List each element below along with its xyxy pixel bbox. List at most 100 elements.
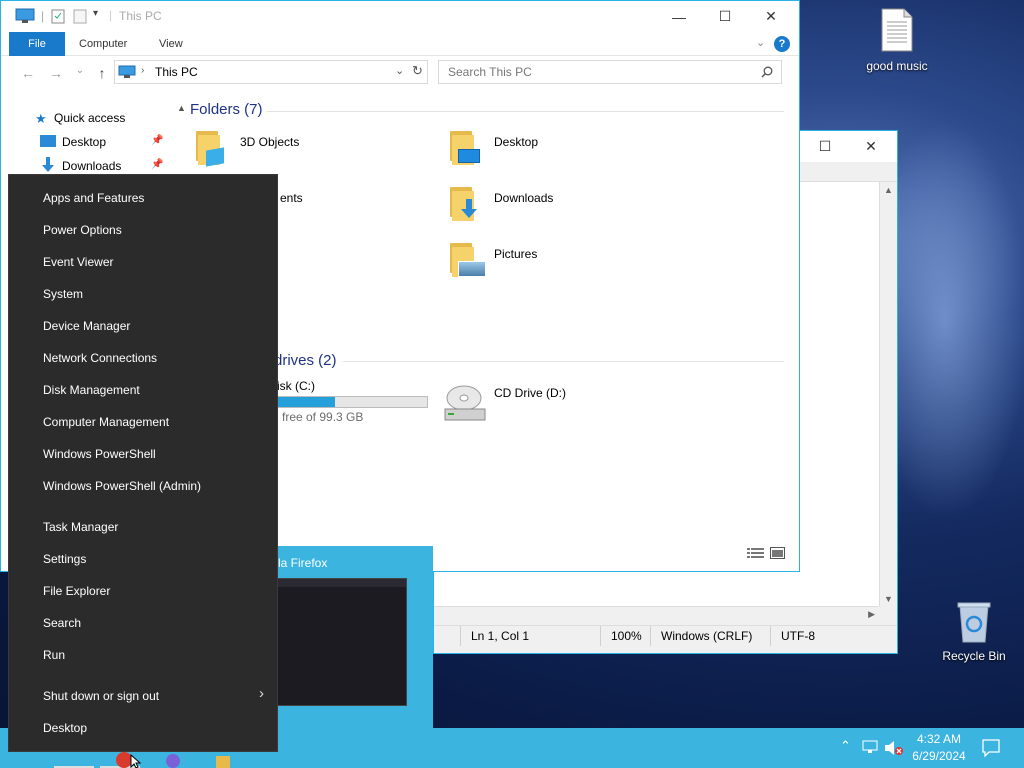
pin-icon[interactable]: 📌 <box>151 159 163 170</box>
search-box[interactable]: Search This PC <box>438 60 782 84</box>
this-pc-icon <box>15 8 35 23</box>
drive-d-label[interactable]: CD Drive (D:) <box>494 386 566 400</box>
breadcrumb[interactable]: This PC <box>155 65 198 79</box>
status-line-ending: Windows (CRLF) <box>650 626 770 646</box>
menu-item-desktop[interactable]: Desktop <box>43 718 87 738</box>
menu-item-run[interactable]: Run <box>43 645 65 665</box>
drive-c-usage-bar <box>277 396 428 408</box>
address-bar[interactable]: › This PC ⌄ ↻ <box>114 60 428 84</box>
desktop-icon-good-music[interactable]: good music <box>855 8 939 73</box>
status-position: Ln 1, Col 1 <box>460 626 600 646</box>
qat-divider: | <box>41 9 45 23</box>
back-button[interactable]: ← <box>19 65 37 81</box>
app-taskbar-icon[interactable] <box>166 754 180 768</box>
menu-item-shut-down-or-sign-out[interactable]: Shut down or sign out <box>43 686 159 706</box>
menu-item-disk-management[interactable]: Disk Management <box>43 380 140 400</box>
folders-section-header[interactable]: Folders (7) <box>190 101 263 118</box>
horizontal-scrollbar[interactable]: ▶ <box>434 606 879 624</box>
drive-c-label[interactable]: isk (C:) <box>277 379 315 393</box>
properties-icon[interactable] <box>51 9 65 24</box>
address-dropdown-icon[interactable]: ⌄ <box>395 64 404 77</box>
menu-item-apps-and-features[interactable]: Apps and Features <box>43 188 144 208</box>
new-folder-icon[interactable] <box>73 9 87 24</box>
notifications-icon[interactable] <box>982 739 1000 757</box>
maximize-button[interactable]: ☐ <box>802 131 848 162</box>
vertical-scrollbar[interactable]: ▲ ▼ <box>879 182 897 606</box>
folder-documents[interactable]: ents <box>280 191 303 205</box>
folder-3d-objects[interactable]: 3D Objects <box>240 135 299 149</box>
arrow-up-icon: ↑ <box>98 65 106 81</box>
help-icon[interactable]: ? <box>774 36 790 52</box>
maximize-button[interactable]: ☐ <box>702 1 748 32</box>
preview-thumbnail[interactable] <box>276 578 407 706</box>
close-button[interactable]: ✕ <box>848 131 894 162</box>
tab-file[interactable]: File <box>9 32 65 56</box>
tab-computer[interactable]: Computer <box>79 32 127 56</box>
menu-item-task-manager[interactable]: Task Manager <box>43 517 118 537</box>
clock[interactable]: 4:32 AM 6/29/2024 <box>905 731 973 765</box>
menu-item-windows-powershell-admin[interactable]: Windows PowerShell (Admin) <box>43 476 201 496</box>
section-divider <box>343 361 784 362</box>
submenu-chevron-icon: › <box>259 685 264 702</box>
notepad-statusbar: Ln 1, Col 1 100% Windows (CRLF) UTF-8 <box>434 625 897 647</box>
speaker-muted-icon[interactable] <box>884 740 904 756</box>
menu-item-settings[interactable]: Settings <box>43 549 86 569</box>
menu-item-device-manager[interactable]: Device Manager <box>43 316 130 336</box>
close-icon: ✕ <box>765 8 777 24</box>
3d-objects-folder-icon <box>194 131 224 167</box>
downloads-folder-icon <box>448 187 478 221</box>
scroll-up-icon[interactable]: ▲ <box>880 185 897 195</box>
folder-pictures[interactable]: Pictures <box>494 247 537 261</box>
star-icon: ★ <box>35 111 47 126</box>
pictures-folder-icon <box>448 243 486 277</box>
breadcrumb-chevron-icon[interactable]: › <box>141 65 144 76</box>
large-icons-view-icon[interactable] <box>770 547 785 559</box>
scroll-down-icon[interactable]: ▼ <box>880 594 897 604</box>
recycle-bin-icon <box>957 602 991 643</box>
minimize-button[interactable]: — <box>656 1 702 32</box>
qat-dropdown-icon[interactable]: ▾ <box>93 8 98 19</box>
forward-button[interactable]: → <box>47 65 65 81</box>
recent-locations-button[interactable]: ⌄ <box>71 65 89 76</box>
menu-item-system[interactable]: System <box>43 284 83 304</box>
up-button[interactable]: ↑ <box>93 65 111 81</box>
drive-c-free-space: free of 99.3 GB <box>282 410 364 424</box>
details-view-icon[interactable] <box>747 547 764 559</box>
close-button[interactable]: ✕ <box>748 1 794 32</box>
desktop-folder-icon <box>40 135 56 147</box>
menu-item-event-viewer[interactable]: Event Viewer <box>43 252 113 272</box>
menu-item-file-explorer[interactable]: File Explorer <box>43 581 110 601</box>
menu-item-search[interactable]: Search <box>43 613 81 633</box>
navigation-pane: ★ Quick access Desktop 📌 Downloads 📌 <box>1 97 171 175</box>
folder-downloads[interactable]: Downloads <box>494 191 553 205</box>
nav-item-desktop[interactable]: Desktop <box>62 131 106 153</box>
menu-item-windows-powershell[interactable]: Windows PowerShell <box>43 444 156 464</box>
desktop-icon-recycle-bin[interactable]: Recycle Bin <box>934 600 1014 663</box>
refresh-icon[interactable]: ↻ <box>412 63 423 79</box>
window-title: This PC <box>119 9 162 23</box>
network-icon[interactable] <box>862 740 880 756</box>
mouse-pointer-icon <box>130 754 142 768</box>
explorer-titlebar[interactable]: | ▾ | This PC — ☐ ✕ <box>1 1 799 32</box>
expand-ribbon-icon[interactable]: ⌄ <box>756 36 765 49</box>
arrow-right-icon: → <box>49 65 63 81</box>
scroll-right-icon[interactable]: ▶ <box>868 609 875 620</box>
menu-item-power-options[interactable]: Power Options <box>43 220 122 240</box>
minimize-icon: — <box>672 8 686 25</box>
file-explorer-taskbar-icon[interactable] <box>216 756 230 768</box>
search-icon[interactable] <box>761 66 773 78</box>
show-hidden-icons-icon[interactable]: ⌃ <box>840 738 851 754</box>
menu-item-network-connections[interactable]: Network Connections <box>43 348 157 368</box>
pin-icon[interactable]: 📌 <box>151 135 163 146</box>
cd-drive-icon <box>444 385 486 421</box>
status-encoding: UTF-8 <box>770 626 880 646</box>
maximize-icon: ☐ <box>718 8 732 24</box>
menu-item-computer-management[interactable]: Computer Management <box>43 412 169 432</box>
collapse-chevron-icon[interactable]: ▲ <box>177 103 186 113</box>
tab-view[interactable]: View <box>159 32 183 56</box>
arrow-left-icon: ← <box>21 65 35 81</box>
search-input[interactable]: Search This PC <box>448 65 532 79</box>
drives-section-header[interactable]: drives (2) <box>274 352 337 369</box>
folder-desktop[interactable]: Desktop <box>494 135 538 149</box>
nav-item-quick-access[interactable]: Quick access <box>54 107 125 129</box>
